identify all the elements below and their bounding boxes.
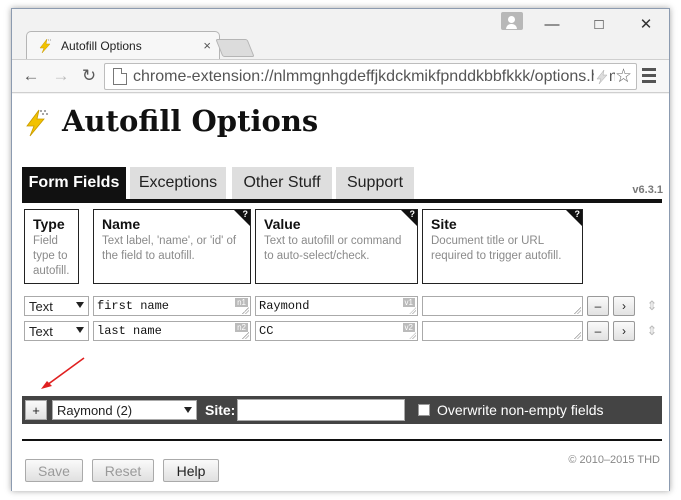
page-title: Autofill Options <box>62 104 319 138</box>
header-desc: Document title or URL required to trigge… <box>431 235 562 262</box>
resize-grip-icon[interactable] <box>242 332 249 339</box>
value-badge: v2 <box>402 323 415 332</box>
save-button[interactable]: Save <box>25 459 83 482</box>
remove-row-button[interactable]: – <box>587 296 609 316</box>
divider <box>22 439 662 441</box>
name-field[interactable]: first name n1 <box>93 296 251 316</box>
maximize-button[interactable]: □ <box>587 13 611 35</box>
address-bar[interactable]: chrome-extension://nlmmgnhgdeffjkdckmikf… <box>104 63 637 90</box>
name-value: last name <box>97 324 162 338</box>
profile-site-input[interactable] <box>237 399 405 421</box>
options-page: Autofill Options Form Fields Exceptions … <box>12 94 669 491</box>
close-tab-icon[interactable]: × <box>203 38 211 53</box>
value-value: CC <box>259 324 274 338</box>
header-desc: Text label, 'name', or 'id' of the field… <box>102 235 237 262</box>
move-row-icon[interactable]: ⇕ <box>646 299 658 312</box>
title-bar: — □ ✕ Autofill Options × <box>12 9 669 59</box>
user-profile-icon[interactable] <box>501 12 523 30</box>
tab-title: Autofill Options <box>61 38 142 53</box>
header-title: Value <box>264 216 301 232</box>
header-value: Value Text to autofill or command to aut… <box>255 209 418 284</box>
value-badge: v1 <box>402 298 415 307</box>
overwrite-checkbox[interactable] <box>418 404 430 416</box>
remove-row-button[interactable]: – <box>587 321 609 341</box>
browser-window: — □ ✕ Autofill Options × ← → ↻ chrome-ex… <box>11 8 670 491</box>
tab-other-stuff[interactable]: Other Stuff <box>232 167 332 199</box>
help-mark[interactable]: ? <box>243 209 249 219</box>
value-value: Raymond <box>259 299 310 313</box>
name-badge: n2 <box>235 323 248 332</box>
chevron-down-icon <box>76 302 84 308</box>
site-field[interactable] <box>422 321 583 341</box>
browser-tab[interactable]: Autofill Options × <box>26 31 220 59</box>
resize-grip-icon[interactable] <box>574 332 581 339</box>
overwrite-label[interactable]: Overwrite non-empty fields <box>437 402 604 418</box>
browser-toolbar: ← → ↻ chrome-extension://nlmmgnhgdeffjkd… <box>12 59 669 93</box>
site-label: Site: <box>205 402 236 418</box>
value-field[interactable]: CC v2 <box>255 321 418 341</box>
reload-icon[interactable]: ↻ <box>78 65 100 87</box>
resize-grip-icon[interactable] <box>574 307 581 314</box>
profile-value: Raymond (2) <box>57 402 133 418</box>
chevron-down-icon <box>76 327 84 333</box>
header-site: Site Document title or URL required to t… <box>422 209 583 284</box>
resize-grip-icon[interactable] <box>242 307 249 314</box>
header-type: Type Field type to autofill. <box>24 209 79 284</box>
tab-support[interactable]: Support <box>336 167 414 199</box>
move-row-icon[interactable]: ⇕ <box>646 324 658 337</box>
header-title: Type <box>33 216 65 232</box>
name-field[interactable]: last name n2 <box>93 321 251 341</box>
reset-button[interactable]: Reset <box>92 459 154 482</box>
profile-select[interactable]: Raymond (2) <box>52 400 197 420</box>
type-value: Text <box>29 323 53 339</box>
name-value: first name <box>97 299 170 313</box>
help-mark[interactable]: ? <box>410 209 416 219</box>
bookmark-star-icon[interactable]: ☆ <box>614 65 632 88</box>
header-desc: Text to autofill or command to auto-sele… <box>264 235 402 262</box>
header-title: Site <box>431 216 457 232</box>
close-window-button[interactable]: ✕ <box>634 13 658 35</box>
autofill-logo-icon <box>37 38 53 54</box>
header-title: Name <box>102 216 141 232</box>
autofill-logo-icon <box>23 106 48 138</box>
forward-icon[interactable]: → <box>50 65 72 87</box>
row-options-button[interactable]: › <box>613 321 635 341</box>
row-options-button[interactable]: › <box>613 296 635 316</box>
add-row-button[interactable]: + <box>25 400 47 420</box>
type-select[interactable]: Text <box>24 296 89 316</box>
value-field[interactable]: Raymond v1 <box>255 296 418 316</box>
help-button[interactable]: Help <box>163 459 219 482</box>
menu-icon[interactable] <box>642 68 656 84</box>
extension-icon[interactable] <box>594 68 610 86</box>
header-desc: Field type to autofill. <box>33 235 70 277</box>
name-badge: n1 <box>235 298 248 307</box>
options-tabs: Form Fields Exceptions Other Stuff Suppo… <box>22 167 662 203</box>
url-text[interactable]: chrome-extension://nlmmgnhgdeffjkdckmikf… <box>133 68 621 86</box>
version-label: v6.3.1 <box>632 184 663 196</box>
site-field[interactable] <box>422 296 583 316</box>
help-mark[interactable]: ? <box>575 209 581 219</box>
minimize-button[interactable]: — <box>540 13 564 35</box>
tab-exceptions[interactable]: Exceptions <box>130 167 226 199</box>
annotation-arrow-icon <box>41 357 85 389</box>
type-value: Text <box>29 298 53 314</box>
back-icon[interactable]: ← <box>20 65 42 87</box>
tab-form-fields[interactable]: Form Fields <box>22 167 126 199</box>
copyright-text: © 2010–2015 THD <box>568 454 660 466</box>
header-name: Name Text label, 'name', or 'id' of the … <box>93 209 251 284</box>
profile-bar: + Raymond (2) Site: Overwrite non-empty … <box>22 396 662 424</box>
chevron-down-icon <box>184 407 192 413</box>
type-select[interactable]: Text <box>24 321 89 341</box>
resize-grip-icon[interactable] <box>409 307 416 314</box>
page-icon <box>113 68 127 85</box>
new-tab-button[interactable] <box>215 39 255 57</box>
resize-grip-icon[interactable] <box>409 332 416 339</box>
